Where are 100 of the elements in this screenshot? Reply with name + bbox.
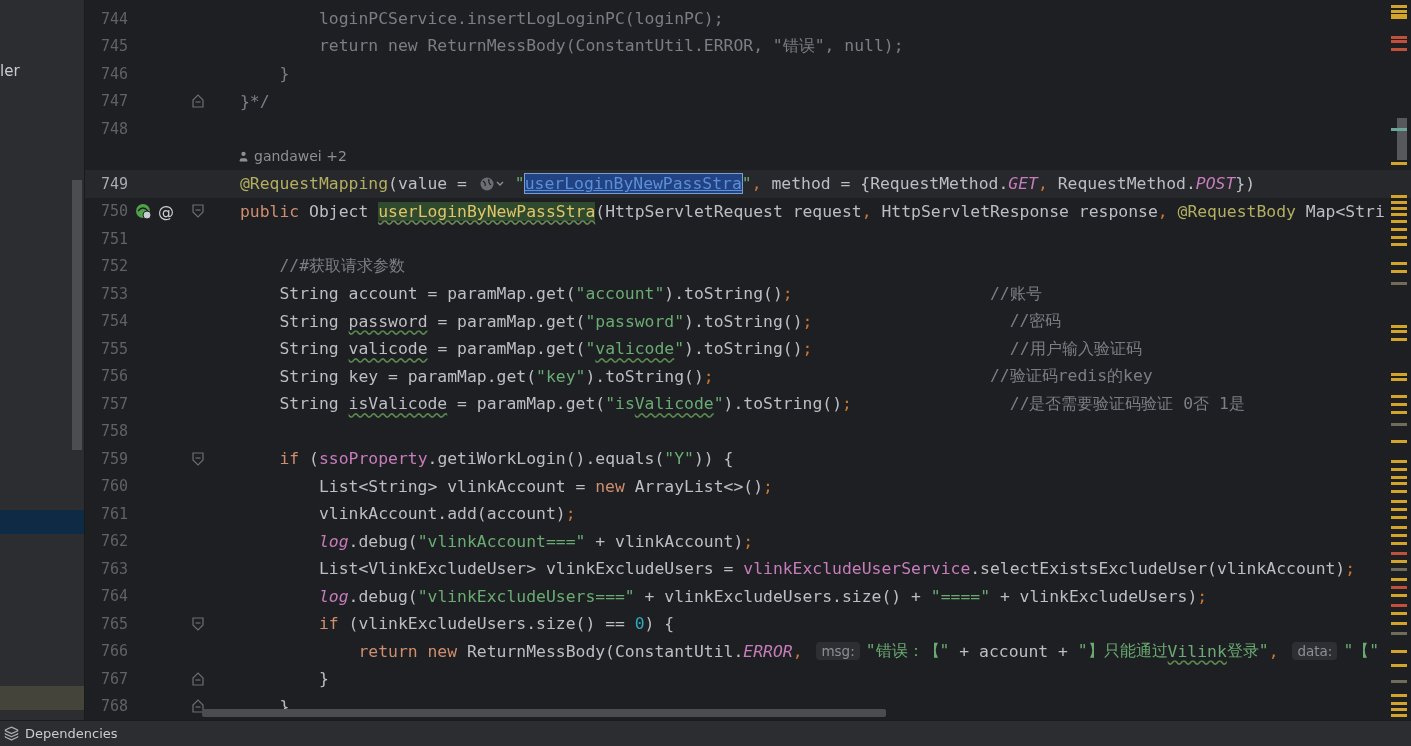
code-token: List<String> vlinkAccount = xyxy=(317,476,587,496)
code-token: ; xyxy=(763,476,773,496)
code-token: , xyxy=(1037,174,1049,194)
fold-icon[interactable] xyxy=(192,94,204,109)
tree-item-label[interactable]: ler xyxy=(0,62,84,80)
line-number: 754 xyxy=(99,312,128,331)
code-token: vlinkAccount.add(account) xyxy=(317,504,566,524)
code-token: //用户输入验证码 xyxy=(1008,337,1142,360)
code-token: password xyxy=(348,311,428,331)
code-token: POST xyxy=(1195,174,1236,194)
line-number: 746 xyxy=(99,64,128,83)
code-token: , xyxy=(751,174,763,194)
globe-leaf-icon[interactable] xyxy=(135,202,152,220)
code-token: ).toString() xyxy=(664,284,783,304)
code-token: HttpServletResponse response xyxy=(881,201,1158,221)
code-token: Valicode xyxy=(634,394,714,414)
code-token: "password" xyxy=(585,311,685,331)
code-token: String key = paramMap.get( xyxy=(278,366,537,386)
code-token: //#获取请求参数 xyxy=(278,255,406,278)
scrollbar-thumb[interactable] xyxy=(72,180,82,450)
code-token: "====" xyxy=(930,586,990,606)
gutter-mark[interactable]: @ xyxy=(158,201,174,221)
code-token: , xyxy=(1268,641,1280,661)
code-token: return new ReturnMessBody(ConstantUtil.ERROR, "错误", null); xyxy=(317,35,904,58)
fold-icon[interactable] xyxy=(192,616,204,631)
code-token: .selectExistsExcludeUser(vlinkAccount) xyxy=(970,559,1346,579)
line-number: 752 xyxy=(99,257,128,276)
code-token: //密码 xyxy=(1008,310,1062,333)
parameter-hint: data: xyxy=(1292,642,1338,661)
code-token: valicode xyxy=(595,339,675,359)
line-number: 758 xyxy=(99,422,128,441)
tool-window-tab[interactable]: Dependencies xyxy=(25,726,118,741)
line-number: 745 xyxy=(99,37,128,56)
code-token: return new xyxy=(357,641,459,661)
code-token: .debug( xyxy=(348,531,418,551)
code-token: String xyxy=(278,394,340,414)
code-token: if xyxy=(278,449,301,469)
line-number: 760 xyxy=(99,477,128,496)
code-token: ; xyxy=(1345,559,1356,579)
parameter-hint: msg: xyxy=(816,642,860,661)
fold-icon[interactable] xyxy=(192,451,204,466)
code-token: new xyxy=(595,476,626,496)
code-token: ; xyxy=(565,504,576,524)
code-token: (value = xyxy=(388,174,468,194)
line-number: 749 xyxy=(99,174,128,193)
code-token: String account = paramMap.get( xyxy=(278,284,576,304)
code-token: "vlinkAccount===" xyxy=(417,531,586,551)
line-number: 757 xyxy=(99,394,128,413)
code-token: }*/ xyxy=(240,91,270,111)
line-number: 766 xyxy=(99,642,128,661)
code-token: ).toString() xyxy=(684,339,803,359)
code-token: method = {RequestMethod. xyxy=(771,174,1009,194)
code-token: RequestMethod. xyxy=(1057,174,1196,194)
code-token: @RequestBody xyxy=(1177,201,1296,221)
code-token: "is xyxy=(605,394,635,414)
code-token: if xyxy=(317,614,340,634)
code-token: " xyxy=(514,174,525,194)
code-token: Vilink xyxy=(1167,641,1227,661)
code-token: .getiWorkLogin().equals( xyxy=(427,449,665,469)
code-token: ).toString() xyxy=(585,366,704,386)
code-token: ssoProperty xyxy=(318,449,428,469)
code-token: "错误：【" xyxy=(865,640,950,663)
code-token: "】只能通过 xyxy=(1077,640,1168,663)
code-token: @RequestMapping xyxy=(240,174,389,194)
code-token: Map<Stri xyxy=(1304,201,1385,221)
layers-icon xyxy=(4,726,19,741)
code-token: "Y" xyxy=(664,449,694,469)
code-token: valicode xyxy=(348,339,428,359)
person-icon xyxy=(237,149,250,163)
code-token: + account + xyxy=(958,641,1069,661)
code-token: ; xyxy=(782,284,793,304)
code-token: //验证码redis的key xyxy=(989,365,1153,388)
line-number: 761 xyxy=(99,504,128,523)
code-token: = paramMap.get( xyxy=(456,394,606,414)
line-number: 756 xyxy=(99,367,128,386)
code-token: ; xyxy=(842,394,852,414)
code-token: String xyxy=(278,311,340,331)
author-hint[interactable]: gandawei +2 xyxy=(237,148,347,165)
code-token: ; xyxy=(802,339,813,359)
code-token: //是否需要验证码验证 0否 1是 xyxy=(1008,392,1245,415)
line-number: 765 xyxy=(99,614,128,633)
fold-icon[interactable] xyxy=(192,699,204,714)
code-token: isValicode xyxy=(348,394,448,414)
code-token: //账号 xyxy=(989,282,1042,305)
scrollbar-thumb[interactable] xyxy=(202,709,886,717)
code-token: }) xyxy=(1235,174,1256,194)
fold-icon[interactable] xyxy=(192,671,204,686)
code-token: " xyxy=(674,339,685,359)
line-number: 750 xyxy=(99,202,128,221)
code-token: ( xyxy=(309,449,319,469)
code-token: ) { xyxy=(644,614,675,634)
code-token: ; xyxy=(743,531,754,551)
code-token: String xyxy=(278,339,340,359)
line-number: 753 xyxy=(99,284,128,303)
code-token: 登录" xyxy=(1226,640,1269,663)
code-token: , xyxy=(861,201,873,221)
code-token: ).toString() xyxy=(684,311,803,331)
code-token: (vlinkExcludeUsers.size() == xyxy=(348,614,626,634)
code-token: GET xyxy=(1008,174,1038,194)
fold-icon[interactable] xyxy=(192,204,204,219)
